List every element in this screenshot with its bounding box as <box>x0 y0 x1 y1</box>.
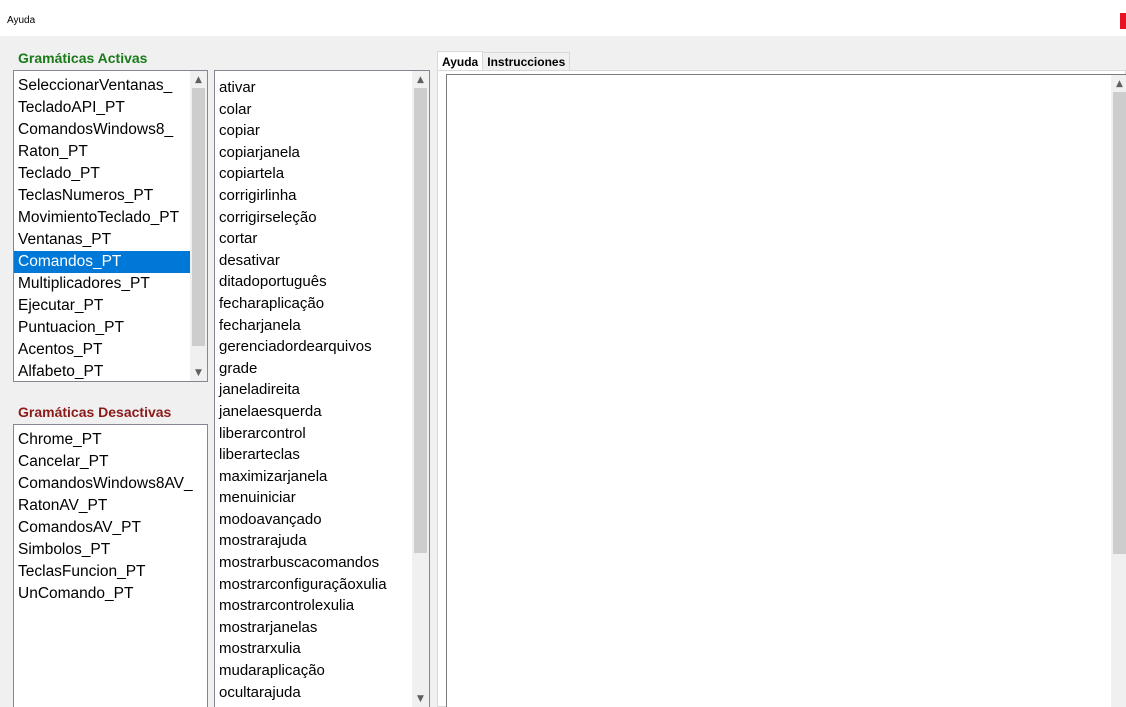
chevron-down-icon[interactable]: ▼ <box>190 364 207 381</box>
commands-list[interactable]: ativar colar copiar copiarjanela copiartela c… <box>214 70 430 707</box>
help-text-scrollbar[interactable]: ▲ <box>1111 75 1126 707</box>
window-title: Ayuda <box>7 15 36 26</box>
inactive-grammar-item[interactable]: RatonAV_PT <box>14 495 207 517</box>
command-item[interactable]: copiarjanela <box>215 142 429 164</box>
command-item[interactable]: liberarteclas <box>215 444 429 466</box>
command-item[interactable]: copiartela <box>215 163 429 185</box>
command-item[interactable]: corrigirseleção <box>215 207 429 229</box>
inactive-grammar-item[interactable]: TeclasFuncion_PT <box>14 561 207 583</box>
command-item[interactable]: ativar <box>215 77 429 99</box>
command-item[interactable]: mostrarajuda <box>215 530 429 552</box>
inactive-grammars-list[interactable]: Chrome_PT Cancelar_PT ComandosWindows8AV_ R… <box>13 424 208 707</box>
command-item[interactable]: gerenciadordearquivos <box>215 336 429 358</box>
inactive-grammar-item[interactable]: ComandosAV_PT <box>14 517 207 539</box>
inactive-grammar-item[interactable]: Chrome_PT <box>14 429 207 451</box>
command-item[interactable]: ditadoportuguês <box>215 271 429 293</box>
scrollbar-thumb[interactable] <box>1113 92 1126 554</box>
command-item[interactable]: grade <box>215 358 429 380</box>
active-grammar-item[interactable]: Multiplicadores_PT <box>14 273 207 295</box>
command-item[interactable]: maximizarjanela <box>215 466 429 488</box>
command-item[interactable]: mudaraplicação <box>215 660 429 682</box>
commands-scrollbar[interactable]: ▲ ▼ <box>412 71 429 707</box>
active-grammar-item[interactable]: Comandos_PT <box>14 251 207 273</box>
inactive-grammar-item[interactable]: Simbolos_PT <box>14 539 207 561</box>
active-grammar-item[interactable]: Ejecutar_PT <box>14 295 207 317</box>
active-grammar-item[interactable]: Alfabeto_PT <box>14 361 207 381</box>
active-grammars-label: Gramáticas Activas <box>18 50 148 66</box>
active-grammar-item[interactable]: TecladoAPI_PT <box>14 97 207 119</box>
command-item[interactable]: fecharjanela <box>215 315 429 337</box>
command-item[interactable]: liberarcontrol <box>215 423 429 445</box>
inactive-grammars-label: Gramáticas Desactivas <box>18 404 172 420</box>
active-grammar-item[interactable]: Ventanas_PT <box>14 229 207 251</box>
command-item[interactable]: ocultarajuda <box>215 682 429 704</box>
scrollbar-thumb[interactable] <box>414 88 427 553</box>
command-item[interactable]: mostrarcontrolexulia <box>215 595 429 617</box>
active-grammar-item[interactable]: MovimientoTeclado_PT <box>14 207 207 229</box>
tab-strip: Ayuda Instrucciones <box>437 50 571 73</box>
active-grammar-item[interactable]: Raton_PT <box>14 141 207 163</box>
command-item[interactable]: mostrarbuscacomandos <box>215 552 429 574</box>
active-grammar-item[interactable]: Teclado_PT <box>14 163 207 185</box>
tab-instrucciones[interactable]: Instrucciones <box>482 52 571 72</box>
inactive-grammar-item[interactable]: UnComando_PT <box>14 583 207 605</box>
command-item[interactable]: desativar <box>215 250 429 272</box>
command-item[interactable]: mostrarjanelas <box>215 617 429 639</box>
command-item[interactable]: modoavançado <box>215 509 429 531</box>
help-text-area[interactable]: ▲ <box>446 74 1126 707</box>
command-item[interactable]: fecharaplicação <box>215 293 429 315</box>
active-grammars-list[interactable]: SeleccionarVentanas_ TecladoAPI_PT Comando… <box>13 70 208 382</box>
chevron-up-icon[interactable]: ▲ <box>190 71 207 88</box>
command-item[interactable]: menuiniciar <box>215 487 429 509</box>
command-item[interactable]: corrigirlinha <box>215 185 429 207</box>
active-grammar-item[interactable]: TeclasNumeros_PT <box>14 185 207 207</box>
command-item[interactable]: mostrarconfiguraçãoxulia <box>215 574 429 596</box>
inactive-grammar-item[interactable]: Cancelar_PT <box>14 451 207 473</box>
chevron-up-icon[interactable]: ▲ <box>1111 75 1126 92</box>
close-button[interactable] <box>1120 13 1126 29</box>
command-item[interactable]: copiar <box>215 120 429 142</box>
command-item[interactable]: mostrarxulia <box>215 638 429 660</box>
command-item[interactable]: janelaesquerda <box>215 401 429 423</box>
command-item[interactable]: janeladireita <box>215 379 429 401</box>
command-item[interactable]: colar <box>215 99 429 121</box>
help-window: Ayuda Gramáticas Activas SeleccionarVent… <box>0 0 1126 707</box>
chevron-up-icon[interactable]: ▲ <box>412 71 429 88</box>
active-grammar-item[interactable]: Puntuacion_PT <box>14 317 207 339</box>
command-item[interactable]: cortar <box>215 228 429 250</box>
active-grammar-item[interactable]: ComandosWindows8_ <box>14 119 207 141</box>
active-grammar-item[interactable]: Acentos_PT <box>14 339 207 361</box>
tab-panel: ▲ <box>437 70 1126 707</box>
active-grammar-item[interactable]: SeleccionarVentanas_ <box>14 75 207 97</box>
scrollbar-thumb[interactable] <box>192 88 205 346</box>
chevron-down-icon[interactable]: ▼ <box>412 690 429 707</box>
inactive-grammar-item[interactable]: ComandosWindows8AV_ <box>14 473 207 495</box>
active-grammars-scrollbar[interactable]: ▲ ▼ <box>190 71 207 381</box>
title-bar[interactable]: Ayuda <box>0 0 1126 36</box>
